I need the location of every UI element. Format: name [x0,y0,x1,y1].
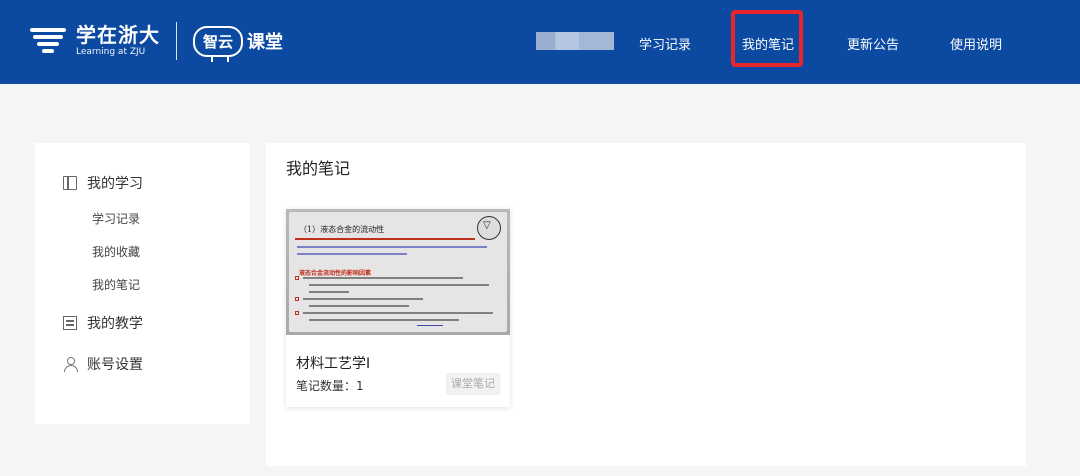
zju-logo-icon [30,24,66,58]
brand-cn: 学在浙大 [76,23,160,47]
slide-text-line [309,291,349,293]
note-count: 笔记数量：1 [296,377,364,394]
sidebar-item-study-records[interactable]: 学习记录 [92,210,140,227]
nav-instructions[interactable]: 使用说明 [950,34,1002,53]
university-emblem-icon [477,216,501,240]
slide-text-line [297,246,487,248]
slide-red-heading: 液态合金流动性的影响因素 [299,270,372,277]
slide-text-line [309,305,409,307]
product-name: 课堂 [247,32,284,53]
sidebar-group-label: 我的学习 [87,176,143,192]
course-note-card[interactable]: （1）液态合金的流动性 液态合金流动性的影响因素 材料工艺学Ⅰ 笔记数量： [286,209,510,407]
nav-study-records[interactable]: 学习记录 [639,34,691,53]
slide-heading: （1）液态合金的流动性 [299,225,385,234]
sidebar-item-favorites[interactable]: 我的收藏 [92,243,140,260]
sidebar-group-my-study[interactable]: 我的学习 [63,173,143,193]
sidebar-group-my-teaching[interactable]: 我的教学 [63,313,143,333]
zhiyun-badge: 智云 [193,25,244,62]
slide-underline [295,238,475,240]
slide-text-line [309,284,489,286]
user-icon [63,357,78,372]
top-header: 学在浙大 Learning at ZJU 智云 课堂 学习记录 我的笔记 更新公… [0,0,1080,84]
slide-bullet [295,276,299,280]
slide-bullet [295,297,299,301]
slide-preview: （1）液态合金的流动性 液态合金流动性的影响因素 [289,212,507,332]
sidebar-item-my-notes[interactable]: 我的笔记 [92,276,140,293]
sidebar-group-label: 我的教学 [87,316,143,332]
user-name-blurred[interactable] [536,32,614,50]
slide-bullet [295,311,299,315]
sidebar-group-label: 账号设置 [87,357,143,373]
note-count-value: 1 [356,379,364,393]
slide-text-line [303,298,423,300]
logo-area[interactable]: 学在浙大 Learning at ZJU 智云 课堂 [30,16,283,66]
main-content: 我的笔记 （1）液态合金的流动性 液态合金流动性的影响因素 [266,143,1026,466]
brand-en: Learning at ZJU [76,47,146,57]
notebook-icon [63,176,77,190]
page-title: 我的笔记 [286,159,351,178]
sidebar-group-account-settings[interactable]: 账号设置 [63,354,143,374]
brand-text: 学在浙大 Learning at ZJU [76,24,160,58]
list-icon [63,316,77,330]
class-notes-tag: 课堂笔记 [446,373,500,395]
logo-divider [176,22,177,60]
course-title[interactable]: 材料工艺学Ⅰ [296,353,370,373]
nav-highlight-box [731,10,803,67]
nav-announcements[interactable]: 更新公告 [847,34,899,53]
slide-blue-underline [417,325,443,326]
slide-text-line [309,319,459,321]
course-thumbnail[interactable]: （1）液态合金的流动性 液态合金流动性的影响因素 [286,209,510,335]
slide-text-line [303,277,463,279]
slide-text-line [303,312,493,314]
slide-text-line [297,253,407,255]
sidebar: 我的学习 学习记录 我的收藏 我的笔记 我的教学 账号设置 [35,143,250,424]
note-count-label: 笔记数量： [296,379,357,393]
